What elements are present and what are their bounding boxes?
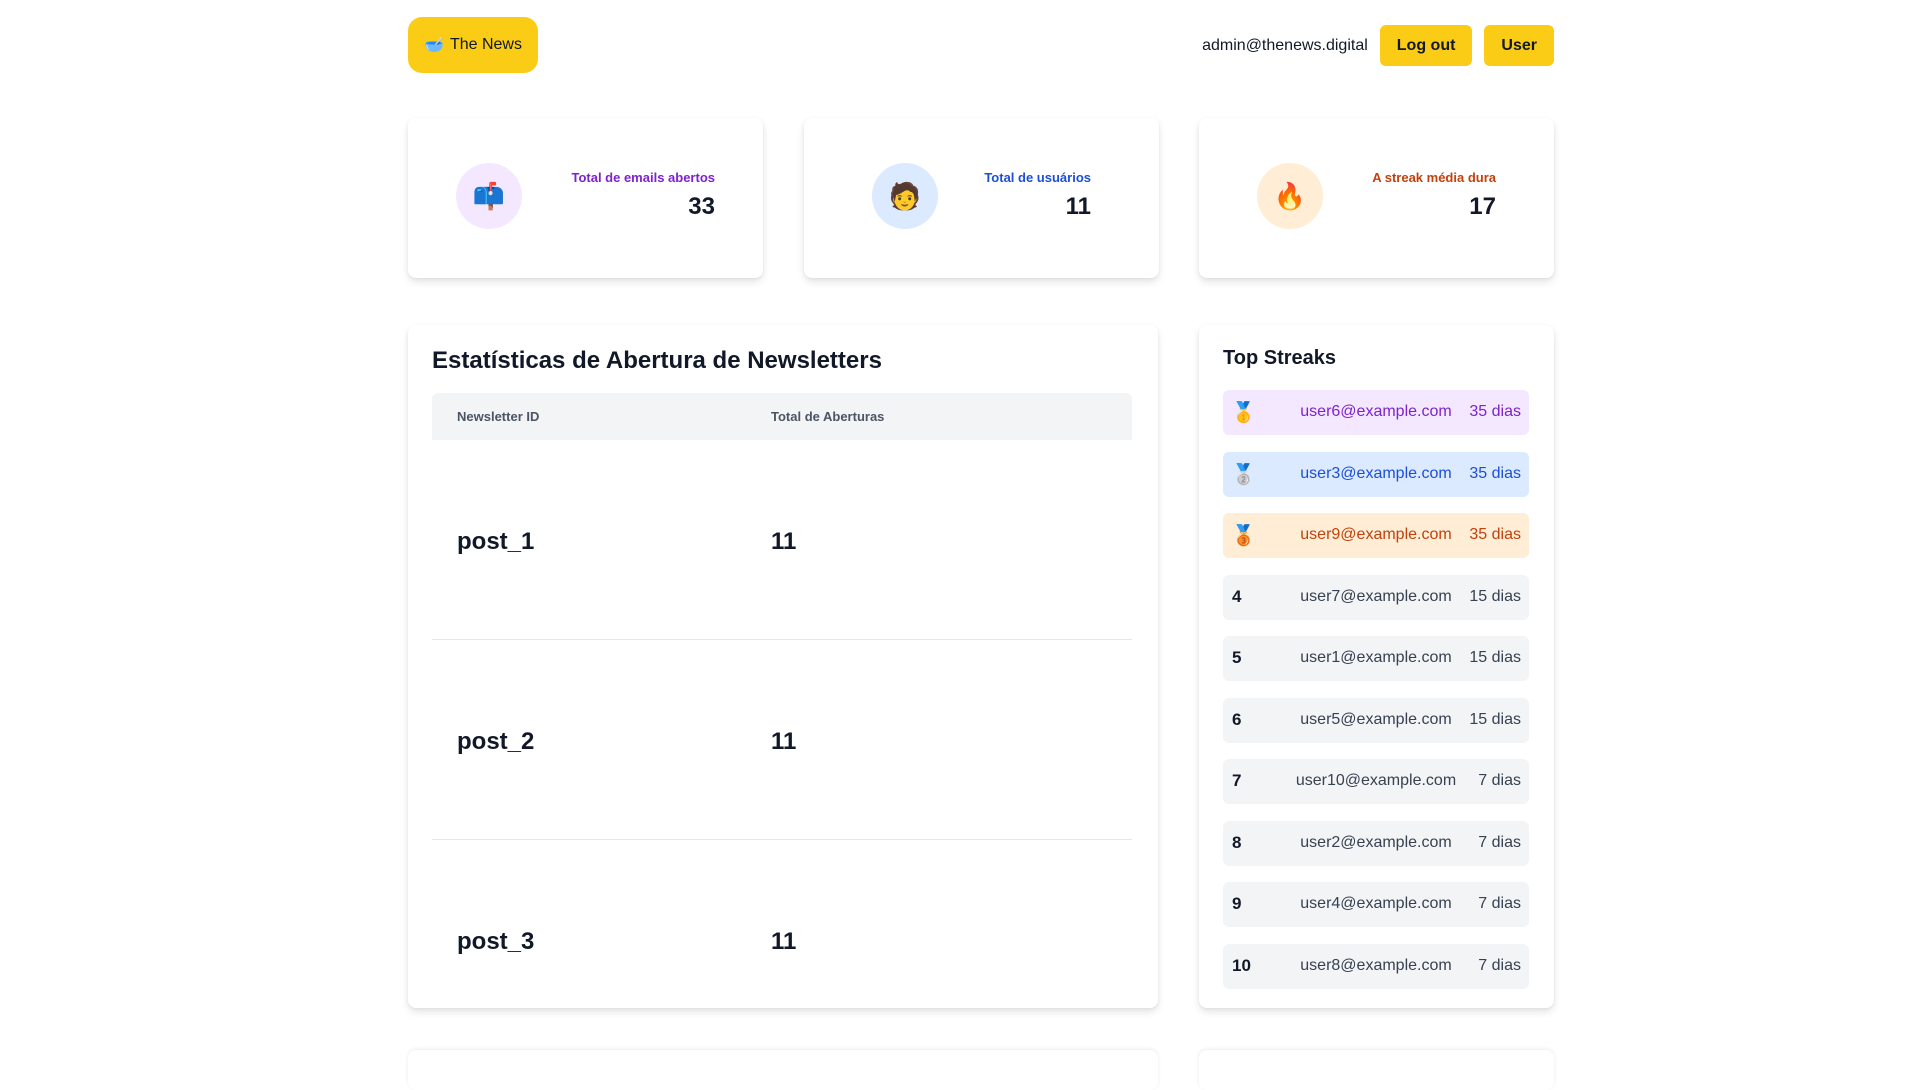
user-face-icon: 🧑 bbox=[872, 163, 938, 229]
admin-email: admin@thenews.digital bbox=[1202, 36, 1368, 54]
newsletter-id: post_1 bbox=[457, 528, 535, 555]
fire-icon: 🔥 bbox=[1257, 163, 1323, 229]
streak-days: 15 dias bbox=[1469, 649, 1521, 666]
streak-list-item: 8 user2@example.com 7 dias bbox=[1223, 820, 1529, 866]
newsletter-stats-panel: Estatísticas de Abertura de Newsletters … bbox=[408, 325, 1158, 1008]
streak-days: 35 dias bbox=[1469, 464, 1521, 482]
mailbox-icon: 📫 bbox=[456, 163, 522, 229]
user-button[interactable]: User bbox=[1484, 25, 1554, 66]
total-opens: 11 bbox=[771, 728, 797, 755]
sunrise-bowl-icon: 🥣 bbox=[424, 37, 444, 54]
table-row: post_1 11 bbox=[432, 440, 1132, 640]
total-opens: 11 bbox=[771, 928, 797, 955]
panel-title: Estatísticas de Abertura de Newsletters bbox=[432, 347, 882, 374]
bottom-panel-right bbox=[1199, 1050, 1554, 1090]
stat-text: A streak média dura 17 bbox=[1372, 170, 1496, 221]
stat-text: Total de emails abertos 33 bbox=[571, 170, 715, 221]
stat-label: Total de usuários bbox=[984, 170, 1091, 185]
top-streaks-panel: Top Streaks 🥇 user6@example.com 35 dias 🥈 us… bbox=[1199, 325, 1554, 1008]
table-header: Newsletter ID Total de Aberturas bbox=[432, 393, 1132, 440]
streak-days: 7 dias bbox=[1478, 772, 1521, 789]
streak-list-item: 🥈 user3@example.com 35 dias bbox=[1223, 451, 1529, 497]
stat-label: A streak média dura bbox=[1372, 170, 1496, 185]
table-row: post_3 11 bbox=[432, 840, 1132, 1040]
newsletter-id: post_2 bbox=[457, 728, 535, 755]
logout-button[interactable]: Log out bbox=[1379, 25, 1473, 66]
stat-value: 33 bbox=[688, 193, 715, 220]
panel-title: Top Streaks bbox=[1223, 347, 1336, 369]
top-navbar: 🥣 The News admin@thenews.digital Log out… bbox=[408, 17, 1554, 73]
bottom-panel-left bbox=[408, 1050, 1158, 1090]
streak-list-item: 9 user4@example.com 7 dias bbox=[1223, 882, 1529, 927]
streak-list-item: 🥉 user9@example.com 35 dias bbox=[1223, 513, 1529, 558]
streak-list-item: 4 user7@example.com 15 dias bbox=[1223, 574, 1529, 620]
stat-value: 17 bbox=[1469, 193, 1496, 220]
streak-list-item: 6 user5@example.com 15 dias bbox=[1223, 697, 1529, 743]
stat-label: Total de emails abertos bbox=[571, 170, 715, 185]
streak-days: 15 dias bbox=[1469, 587, 1521, 605]
stat-card-emails-opened: 📫 Total de emails abertos 33 bbox=[408, 118, 763, 278]
stat-card-total-users: 🧑 Total de usuários 11 bbox=[804, 118, 1159, 278]
streak-days: 7 dias bbox=[1478, 956, 1521, 974]
streak-days: 7 dias bbox=[1478, 833, 1521, 851]
newsletter-id: post_3 bbox=[457, 928, 535, 955]
total-opens: 11 bbox=[771, 528, 797, 555]
table-row: post_2 11 bbox=[432, 640, 1132, 840]
streak-days: 35 dias bbox=[1469, 526, 1521, 543]
streak-days: 35 dias bbox=[1469, 403, 1521, 420]
column-header-total-opens: Total de Aberturas bbox=[771, 409, 885, 424]
column-header-newsletter-id: Newsletter ID bbox=[457, 409, 540, 424]
streak-list-item: 5 user1@example.com 15 dias bbox=[1223, 636, 1529, 681]
brand-home-button[interactable]: 🥣 The News bbox=[408, 17, 538, 73]
brand-label: The News bbox=[449, 36, 522, 53]
streak-days: 15 dias bbox=[1469, 710, 1521, 728]
stat-card-average-streak: 🔥 A streak média dura 17 bbox=[1199, 118, 1554, 278]
streak-days: 7 dias bbox=[1478, 895, 1521, 912]
account-nav: admin@thenews.digital Log out User bbox=[1202, 25, 1554, 66]
streak-list-item: 7 user10@example.com 7 dias bbox=[1223, 759, 1529, 804]
streak-list-item: 10 user8@example.com 7 dias bbox=[1223, 943, 1529, 989]
streak-list-item: 🥇 user6@example.com 35 dias bbox=[1223, 390, 1529, 435]
stat-text: Total de usuários 11 bbox=[984, 170, 1091, 221]
stat-value: 11 bbox=[1065, 193, 1091, 220]
